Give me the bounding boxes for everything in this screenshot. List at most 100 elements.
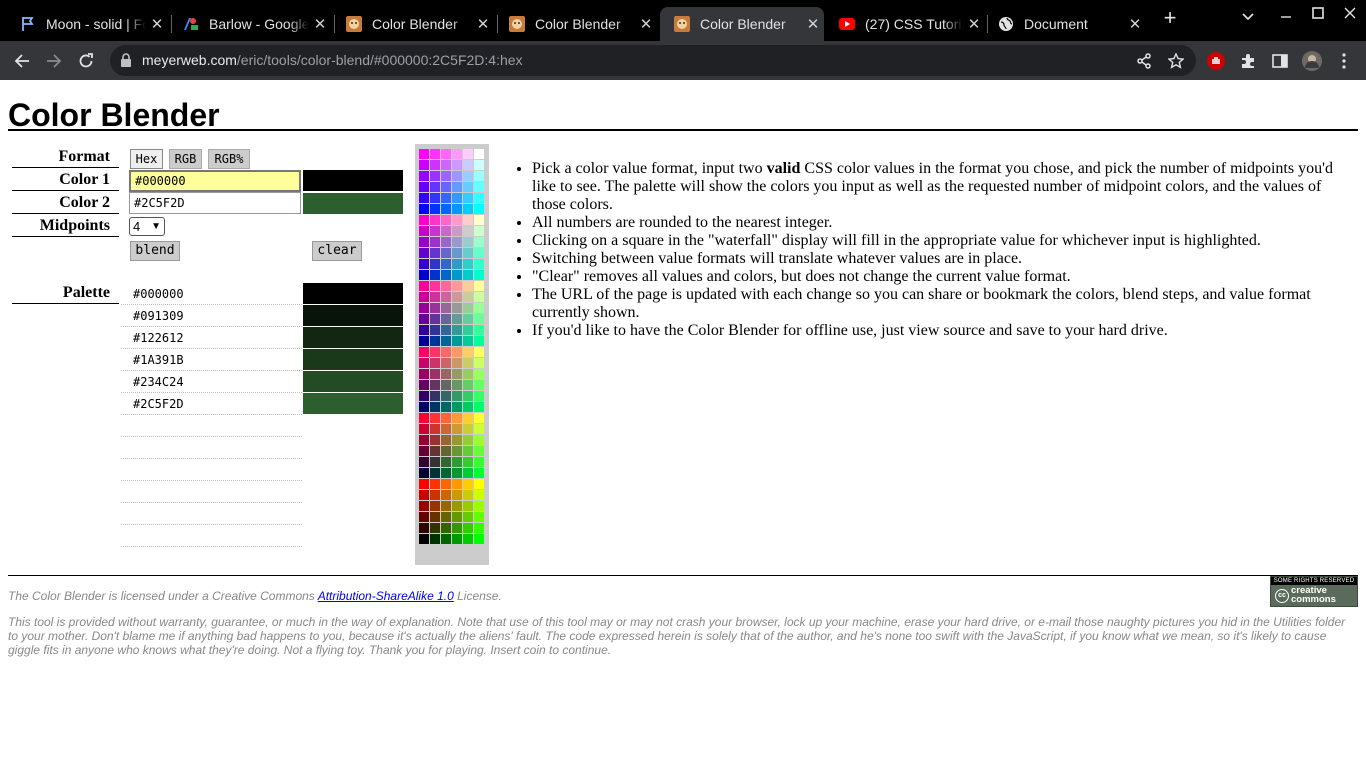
waterfall-swatch[interactable] [463,259,473,269]
waterfall-swatch[interactable] [474,204,484,214]
waterfall-swatch[interactable] [441,171,451,181]
waterfall-swatch[interactable] [419,281,429,291]
waterfall-swatch[interactable] [441,501,451,511]
waterfall-swatch[interactable] [430,358,440,368]
waterfall-swatch[interactable] [474,523,484,533]
new-tab-icon[interactable]: + [1156,5,1184,31]
waterfall-swatch[interactable] [441,512,451,522]
back-icon[interactable] [11,50,33,72]
close-tab-icon[interactable]: ✕ [635,15,657,33]
waterfall-swatch[interactable] [441,314,451,324]
waterfall-swatch[interactable] [452,523,462,533]
waterfall-swatch[interactable] [463,303,473,313]
waterfall-swatch[interactable] [452,303,462,313]
waterfall-swatch[interactable] [419,457,429,467]
waterfall-swatch[interactable] [452,226,462,236]
waterfall-swatch[interactable] [463,534,473,544]
waterfall-swatch[interactable] [441,523,451,533]
waterfall-swatch[interactable] [441,281,451,291]
waterfall-swatch[interactable] [463,325,473,335]
waterfall-swatch[interactable] [463,182,473,192]
lock-icon[interactable] [120,53,132,72]
waterfall-swatch[interactable] [452,413,462,423]
waterfall-swatch[interactable] [463,402,473,412]
waterfall-swatch[interactable] [474,237,484,247]
waterfall-swatch[interactable] [463,336,473,346]
palette-hex[interactable]: #000000 [133,287,184,301]
waterfall-swatch[interactable] [463,369,473,379]
minimize-icon[interactable] [1272,8,1300,26]
waterfall-swatch[interactable] [474,424,484,434]
waterfall-swatch[interactable] [463,347,473,357]
waterfall-swatch[interactable] [452,281,462,291]
waterfall-swatch[interactable] [430,490,440,500]
waterfall-swatch[interactable] [419,446,429,456]
waterfall-swatch[interactable] [452,336,462,346]
waterfall-swatch[interactable] [430,292,440,302]
palette-hex[interactable]: #2C5F2D [133,397,184,411]
waterfall-swatch[interactable] [441,468,451,478]
waterfall-swatch[interactable] [419,380,429,390]
waterfall-swatch[interactable] [419,534,429,544]
waterfall-swatch[interactable] [430,270,440,280]
waterfall-swatch[interactable] [474,446,484,456]
waterfall-swatch[interactable] [452,160,462,170]
waterfall-swatch[interactable] [463,270,473,280]
palette-hex[interactable]: #1A391B [133,353,184,367]
waterfall-swatch[interactable] [441,193,451,203]
color1-input[interactable] [129,170,301,192]
waterfall-swatch[interactable] [474,270,484,280]
waterfall-swatch[interactable] [441,325,451,335]
tab-color-blender-active[interactable]: Color Blender ✕ [660,7,824,41]
waterfall-swatch[interactable] [419,402,429,412]
waterfall-swatch[interactable] [474,149,484,159]
waterfall-swatch[interactable] [430,479,440,489]
waterfall-swatch[interactable] [474,314,484,324]
waterfall-swatch[interactable] [452,534,462,544]
waterfall-swatch[interactable] [441,182,451,192]
tab-search-chevron-icon[interactable] [1234,8,1262,26]
waterfall-swatch[interactable] [463,160,473,170]
waterfall-swatch[interactable] [419,237,429,247]
waterfall-swatch[interactable] [430,391,440,401]
waterfall-swatch[interactable] [474,413,484,423]
waterfall-swatch[interactable] [474,380,484,390]
waterfall-swatch[interactable] [419,248,429,258]
waterfall-swatch[interactable] [463,391,473,401]
waterfall-swatch[interactable] [463,501,473,511]
waterfall-swatch[interactable] [430,534,440,544]
waterfall-swatch[interactable] [452,479,462,489]
waterfall-swatch[interactable] [419,369,429,379]
url-text[interactable]: meyerweb.com/eric/tools/color-blend/#000… [142,52,523,68]
palette-hex[interactable]: #122612 [133,331,184,345]
tab-color-blender-1[interactable]: Color Blender ✕ [332,7,494,41]
waterfall-swatch[interactable] [430,171,440,181]
waterfall-swatch[interactable] [430,215,440,225]
waterfall-swatch[interactable] [463,292,473,302]
waterfall-swatch[interactable] [441,336,451,346]
waterfall-swatch[interactable] [452,380,462,390]
waterfall-swatch[interactable] [419,479,429,489]
waterfall-swatch[interactable] [419,501,429,511]
waterfall-swatch[interactable] [419,182,429,192]
waterfall-swatch[interactable] [474,457,484,467]
waterfall-swatch[interactable] [463,380,473,390]
waterfall-swatch[interactable] [463,215,473,225]
tab-document[interactable]: Document ✕ [984,7,1146,41]
waterfall-swatch[interactable] [452,182,462,192]
waterfall-swatch[interactable] [463,193,473,203]
waterfall-swatch[interactable] [463,314,473,324]
waterfall-swatch[interactable] [430,226,440,236]
waterfall-swatch[interactable] [452,270,462,280]
waterfall-swatch[interactable] [474,336,484,346]
midpoints-select[interactable]: 4 ▼ [129,217,165,236]
waterfall-swatch[interactable] [474,391,484,401]
waterfall-swatch[interactable] [474,369,484,379]
waterfall-swatch[interactable] [452,457,462,467]
waterfall-swatch[interactable] [430,325,440,335]
waterfall-swatch[interactable] [452,149,462,159]
waterfall-swatch[interactable] [430,314,440,324]
waterfall-swatch[interactable] [430,468,440,478]
waterfall-swatch[interactable] [419,193,429,203]
waterfall-swatch[interactable] [474,248,484,258]
